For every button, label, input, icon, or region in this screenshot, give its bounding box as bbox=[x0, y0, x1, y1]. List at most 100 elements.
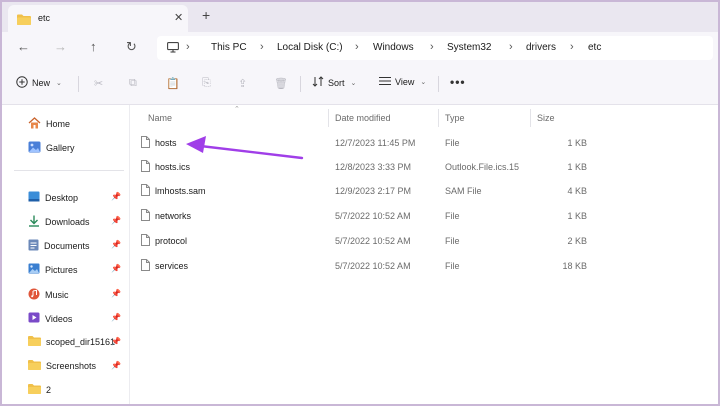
pin-icon[interactable]: 📌 bbox=[111, 216, 121, 225]
pin-icon[interactable]: 📌 bbox=[111, 264, 121, 273]
file-row-protocol[interactable]: protocol 5/7/2022 10:52 AM File 2 KB bbox=[130, 229, 590, 253]
sidebar-item-label: Videos bbox=[45, 313, 73, 324]
file-size: 1 KB bbox=[567, 211, 587, 221]
music-icon bbox=[28, 288, 40, 302]
pin-icon[interactable]: 📌 bbox=[111, 240, 121, 249]
command-bar: New ⌄ ✂ ⧉ 📋 ⎘ ⇪ 🗑 Sort ⌄ View ⌄ ••• bbox=[2, 64, 718, 105]
column-header-type[interactable]: Type bbox=[445, 113, 465, 123]
monitor-icon bbox=[167, 42, 179, 55]
breadcrumb-windows[interactable]: Windows bbox=[373, 42, 414, 53]
pin-icon[interactable]: 📌 bbox=[111, 337, 121, 346]
breadcrumb-system32[interactable]: System32 bbox=[447, 42, 491, 53]
sidebar-item-scoped-dir[interactable]: scoped_dir15161 bbox=[28, 336, 115, 348]
chevron-right-icon[interactable]: › bbox=[355, 41, 359, 53]
file-size: 2 KB bbox=[567, 236, 587, 246]
breadcrumb-this-pc[interactable]: This PC bbox=[211, 42, 247, 53]
file-type: SAM File bbox=[445, 186, 482, 196]
tab-title: etc bbox=[38, 13, 51, 23]
pin-icon[interactable]: 📌 bbox=[111, 289, 121, 298]
sidebar-item-label: Desktop bbox=[45, 192, 79, 203]
file-icon bbox=[141, 184, 150, 198]
copy-icon[interactable]: ⧉ bbox=[129, 77, 137, 90]
file-size: 1 KB bbox=[567, 138, 587, 148]
tab-etc[interactable]: etc ✕ bbox=[8, 5, 188, 32]
address-bar[interactable]: › This PC › Local Disk (C:) › Windows › … bbox=[157, 36, 713, 60]
file-type: File bbox=[445, 236, 460, 246]
rename-icon[interactable]: ⎘ bbox=[202, 77, 211, 90]
breadcrumb-drivers[interactable]: drivers bbox=[526, 42, 556, 53]
divider bbox=[300, 76, 301, 92]
share-icon[interactable]: ⇪ bbox=[238, 77, 247, 90]
file-date: 12/9/2023 2:17 PM bbox=[335, 186, 412, 196]
chevron-right-icon[interactable]: › bbox=[260, 41, 264, 53]
sidebar-item-label: Gallery bbox=[46, 143, 75, 153]
back-button[interactable]: ← bbox=[17, 40, 30, 54]
file-type: File bbox=[445, 211, 460, 221]
sidebar-item-downloads[interactable]: Downloads bbox=[28, 215, 90, 229]
view-button[interactable]: View ⌄ bbox=[379, 76, 426, 88]
pin-icon[interactable]: 📌 bbox=[111, 361, 121, 370]
sort-button-label: Sort bbox=[328, 77, 345, 88]
column-divider[interactable] bbox=[530, 109, 531, 127]
folder-icon bbox=[28, 384, 41, 396]
up-button[interactable]: ↑ bbox=[90, 40, 97, 54]
breadcrumb-etc[interactable]: etc bbox=[588, 42, 601, 53]
file-name: networks bbox=[155, 211, 192, 221]
sidebar-item-documents[interactable]: Documents bbox=[28, 239, 90, 253]
sidebar-item-screenshots[interactable]: Screenshots bbox=[28, 360, 96, 372]
sidebar-item-music[interactable]: Music bbox=[28, 288, 69, 302]
sidebar-item-gallery[interactable]: Gallery bbox=[28, 141, 75, 155]
column-header-size[interactable]: Size bbox=[537, 113, 555, 123]
gallery-icon bbox=[28, 141, 41, 155]
sort-icon bbox=[312, 76, 324, 89]
pin-icon[interactable]: 📌 bbox=[111, 192, 121, 201]
chevron-right-icon[interactable]: › bbox=[570, 41, 574, 53]
file-type: File bbox=[445, 261, 460, 271]
cut-icon[interactable]: ✂ bbox=[94, 77, 103, 90]
file-icon bbox=[141, 234, 150, 248]
sidebar-item-desktop[interactable]: Desktop bbox=[28, 191, 78, 204]
sidebar-item-label: Music bbox=[45, 290, 69, 300]
chevron-right-icon[interactable]: › bbox=[186, 41, 190, 53]
close-tab-icon[interactable]: ✕ bbox=[174, 11, 183, 24]
file-name: protocol bbox=[155, 236, 188, 246]
sidebar-item-videos[interactable]: Videos bbox=[28, 312, 72, 325]
chevron-right-icon[interactable]: › bbox=[430, 41, 434, 53]
file-size: 18 KB bbox=[562, 261, 587, 271]
file-row-networks[interactable]: networks 5/7/2022 10:52 AM File 1 KB bbox=[130, 204, 590, 228]
folder-icon bbox=[28, 360, 41, 372]
folder-icon bbox=[17, 14, 31, 27]
pin-icon[interactable]: 📌 bbox=[111, 313, 121, 322]
file-icon bbox=[141, 259, 150, 273]
new-tab-button[interactable]: + bbox=[202, 7, 210, 23]
folder-icon bbox=[28, 336, 41, 348]
chevron-right-icon[interactable]: › bbox=[509, 41, 513, 53]
sidebar-item-pictures[interactable]: Pictures bbox=[28, 263, 78, 276]
file-list: ⌃ Name Date modified Type Size hosts 12/… bbox=[130, 105, 718, 404]
paste-icon[interactable]: 📋 bbox=[166, 77, 180, 90]
file-size: 4 KB bbox=[567, 186, 587, 196]
sidebar-item-2[interactable]: 2 bbox=[28, 384, 51, 396]
divider bbox=[78, 76, 79, 92]
documents-icon bbox=[28, 239, 39, 253]
file-row-services[interactable]: services 5/7/2022 10:52 AM File 18 KB bbox=[130, 254, 590, 278]
more-options-button[interactable]: ••• bbox=[450, 75, 466, 89]
delete-icon[interactable]: 🗑 bbox=[274, 77, 288, 90]
sidebar-item-label: Documents bbox=[44, 241, 90, 251]
sidebar-item-label: Pictures bbox=[45, 264, 78, 275]
file-date: 5/7/2022 10:52 AM bbox=[335, 211, 411, 221]
file-type: File bbox=[445, 138, 460, 148]
chevron-down-icon: ⌄ bbox=[350, 79, 357, 87]
new-button[interactable]: New ⌄ bbox=[16, 76, 62, 90]
sidebar-item-home[interactable]: Home bbox=[28, 117, 70, 131]
breadcrumb-local-disk[interactable]: Local Disk (C:) bbox=[277, 42, 343, 53]
forward-button[interactable]: → bbox=[54, 40, 67, 54]
sort-button[interactable]: Sort ⌄ bbox=[312, 76, 356, 89]
file-size: 1 KB bbox=[567, 162, 587, 172]
view-button-label: View bbox=[395, 77, 415, 87]
sidebar-item-label: 2 bbox=[46, 385, 52, 395]
refresh-button[interactable]: ↻ bbox=[126, 40, 137, 54]
home-icon bbox=[28, 117, 41, 131]
chevron-down-icon: ⌄ bbox=[420, 79, 427, 86]
column-divider[interactable] bbox=[438, 109, 439, 127]
